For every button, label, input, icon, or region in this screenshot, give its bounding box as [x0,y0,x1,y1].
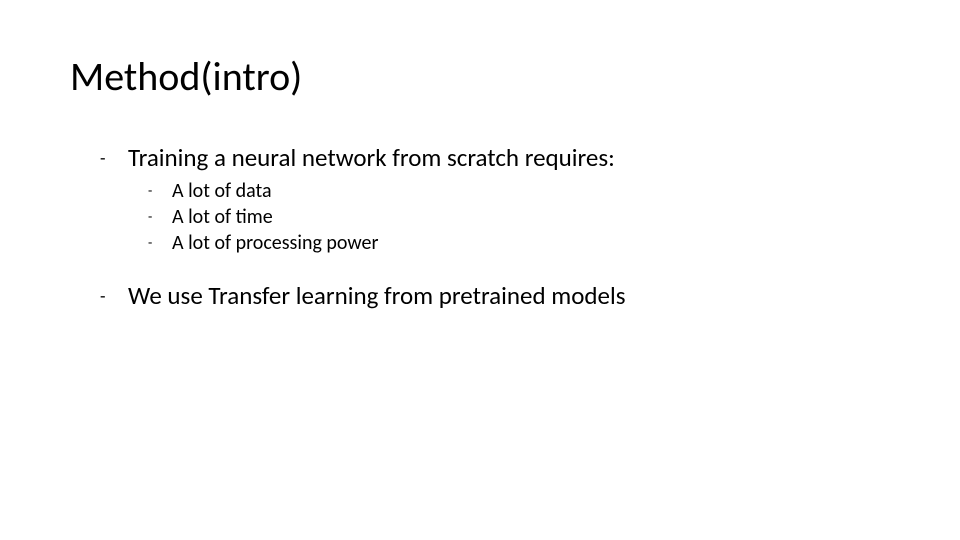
bullet-level2: - A lot of data [146,178,900,204]
bullet-text: Training a neural network from scratch r… [128,142,615,174]
slide: Method(intro) - Training a neural networ… [0,0,960,540]
slide-body: - Training a neural network from scratch… [98,142,900,316]
bullet-level1: - Training a neural network from scratch… [98,142,900,174]
bullet-dash-icon: - [98,142,128,174]
bullet-dash-icon: - [146,230,172,256]
bullet-dash-icon: - [146,178,172,204]
bullet-level1: - We use Transfer learning from pretrain… [98,280,900,312]
bullet-level2: - A lot of processing power [146,230,900,256]
bullet-dash-icon: - [146,204,172,230]
bullet-text: A lot of data [172,178,272,204]
bullet-text: A lot of processing power [172,230,378,256]
bullet-dash-icon: - [98,280,128,312]
bullet-text: We use Transfer learning from pretrained… [128,280,626,312]
spacer [98,270,900,280]
sub-bullet-group: - A lot of data - A lot of time - A lot … [146,178,900,256]
slide-title: Method(intro) [70,52,302,101]
bullet-text: A lot of time [172,204,273,230]
bullet-level2: - A lot of time [146,204,900,230]
